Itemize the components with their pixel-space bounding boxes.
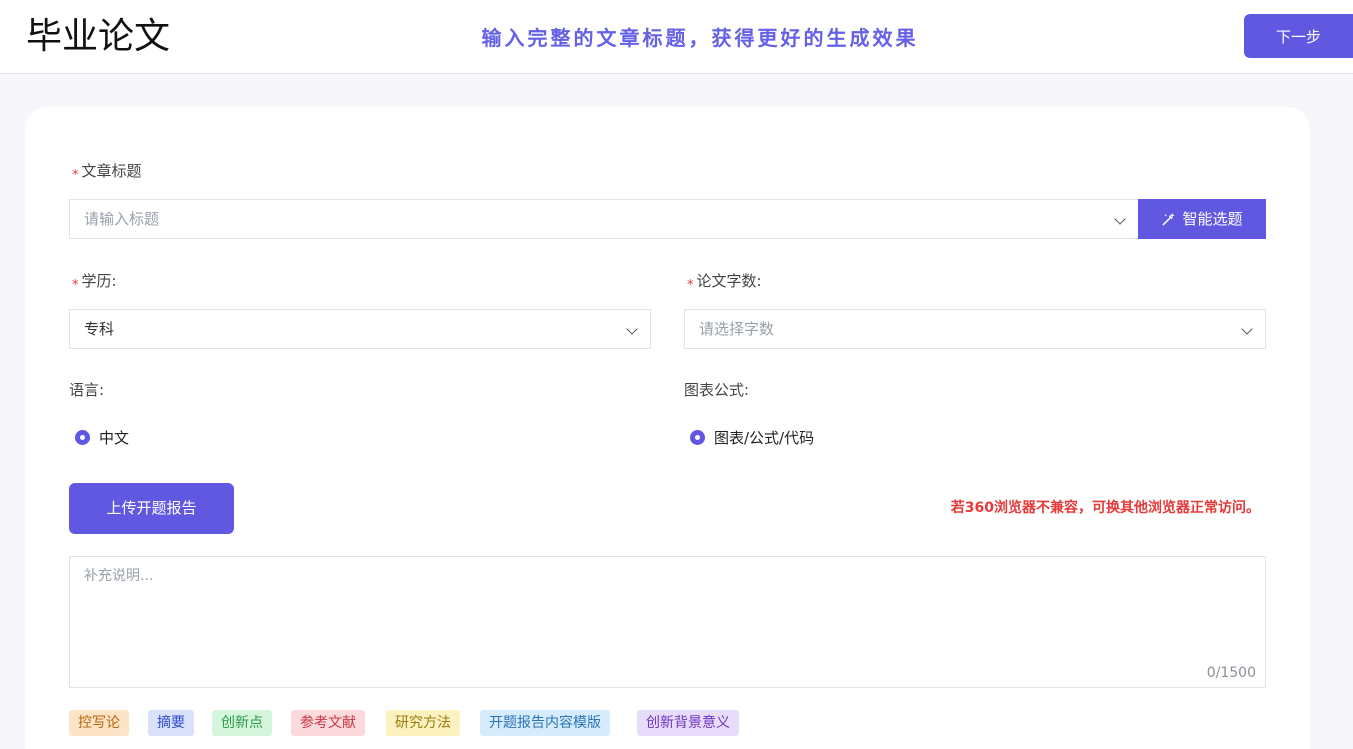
tag-chip[interactable]: 控写论 xyxy=(69,710,129,736)
tag-chip[interactable]: 创新背景意义 xyxy=(637,710,739,736)
required-mark: * xyxy=(72,168,79,183)
char-counter: 0/1500 xyxy=(1206,665,1256,681)
required-mark: * xyxy=(687,278,694,293)
title-select[interactable]: 请输入标题 xyxy=(69,199,1139,239)
tag-chip[interactable]: 研究方法 xyxy=(386,710,460,736)
chart-formula-option-label: 图表/公式/代码 xyxy=(714,429,815,447)
tag-chip[interactable]: 创新点 xyxy=(212,710,272,736)
next-step-button[interactable]: 下一步 xyxy=(1244,14,1353,58)
language-option-label: 中文 xyxy=(99,429,130,447)
chevron-down-icon xyxy=(626,323,638,335)
upload-proposal-button[interactable]: 上传开题报告 xyxy=(69,483,234,534)
tag-chip[interactable]: 参考文献 xyxy=(291,710,365,736)
chevron-down-icon xyxy=(1241,323,1253,335)
language-label: 语言: xyxy=(69,381,105,399)
education-label-row: * 学历: xyxy=(72,271,117,293)
chevron-down-icon xyxy=(1114,213,1126,225)
wordcount-label-row: * 论文字数: xyxy=(687,271,762,293)
education-value: 专科 xyxy=(84,320,115,338)
browser-warning: 若360浏览器不兼容，可换其他浏览器正常访问。 xyxy=(950,500,1260,516)
wordcount-placeholder: 请选择字数 xyxy=(699,320,775,338)
magic-wand-icon xyxy=(1162,212,1176,226)
notes-textarea[interactable]: 补充说明... 0/1500 xyxy=(69,556,1266,688)
smart-topic-label: 智能选题 xyxy=(1182,210,1243,228)
radio-selected-icon xyxy=(75,430,90,445)
required-mark: * xyxy=(72,278,79,293)
title-placeholder: 请输入标题 xyxy=(84,210,160,228)
language-radio-chinese[interactable]: 中文 xyxy=(75,428,129,448)
radio-selected-icon xyxy=(690,430,705,445)
top-header: 毕业论文 输入完整的文章标题，获得更好的生成效果 下一步 xyxy=(0,0,1353,74)
chart-formula-radio[interactable]: 图表/公式/代码 xyxy=(690,428,814,448)
wordcount-select[interactable]: 请选择字数 xyxy=(684,309,1266,349)
wordcount-label: 论文字数: xyxy=(696,272,762,290)
education-label: 学历: xyxy=(81,272,117,290)
notes-placeholder: 补充说明... xyxy=(84,568,154,584)
chart-formula-label: 图表公式: xyxy=(684,381,750,399)
header-tagline: 输入完整的文章标题，获得更好的生成效果 xyxy=(481,26,919,50)
smart-topic-button[interactable]: 智能选题 xyxy=(1138,199,1266,239)
title-label-row: * 文章标题 xyxy=(72,161,142,183)
title-label: 文章标题 xyxy=(81,162,142,180)
education-select[interactable]: 专科 xyxy=(69,309,651,349)
tag-chip[interactable]: 摘要 xyxy=(148,710,194,736)
tag-chip[interactable]: 开题报告内容模版 xyxy=(480,710,610,736)
